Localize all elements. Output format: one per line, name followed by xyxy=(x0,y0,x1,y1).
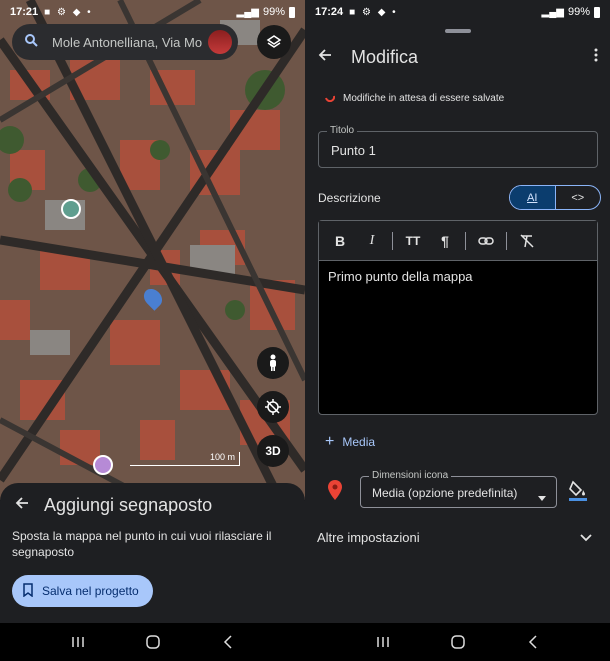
location-disabled-icon xyxy=(265,399,281,415)
format-toolbar: B I TT ¶ xyxy=(319,221,597,261)
html-mode-button[interactable]: <> xyxy=(556,186,601,209)
home-icon[interactable] xyxy=(138,627,168,657)
right-screen: 17:24 ■ ⚙ ◆ • ▂▄▆ 99% Modifica Modifiche… xyxy=(305,0,610,661)
icon-size-select[interactable]: Dimensioni icona Media (opzione predefin… xyxy=(360,470,557,508)
home-icon[interactable] xyxy=(443,627,473,657)
title-field-label: Titolo xyxy=(327,125,358,136)
sheet-title: Aggiungi segnaposto xyxy=(44,495,213,515)
add-placemark-sheet: Aggiungi segnaposto Sposta la mappa nel … xyxy=(0,483,305,623)
status-bar: 17:21 ■ ⚙ ◆ • ▂▄▆ 99% xyxy=(0,0,305,24)
description-editor[interactable]: B I TT ¶ Primo punto della mappa xyxy=(318,220,598,415)
media-label: Media xyxy=(342,435,376,449)
icon-size-label: Dimensioni icona xyxy=(369,470,452,481)
place-marker-icon[interactable] xyxy=(61,199,81,219)
pegman-icon xyxy=(270,354,276,371)
search-icon xyxy=(24,33,38,52)
plus-icon: + xyxy=(325,433,335,450)
back-arrow-icon[interactable] xyxy=(317,47,333,68)
layers-icon xyxy=(266,35,282,48)
my-location-button[interactable] xyxy=(257,391,289,423)
drag-handle[interactable] xyxy=(445,29,471,33)
toolbar-divider xyxy=(506,231,507,250)
paragraph-button[interactable]: ¶ xyxy=(430,226,460,256)
status-time: 17:24 xyxy=(315,6,344,18)
android-nav-bar xyxy=(0,623,305,661)
save-to-project-button[interactable]: Salva nel progetto xyxy=(12,575,153,607)
other-settings-label: Altre impostazioni xyxy=(317,530,420,545)
dropdown-arrow-icon xyxy=(538,488,546,506)
add-media-button[interactable]: + Media xyxy=(325,433,375,451)
pending-changes-status: Modifiche in attesa di essere salvate xyxy=(325,92,504,105)
street-view-button[interactable] xyxy=(257,347,289,379)
3d-toggle-button[interactable]: 3D xyxy=(257,435,289,467)
battery-text: 99% xyxy=(262,6,285,18)
battery-icon xyxy=(289,6,295,18)
battery-text: 99% xyxy=(567,6,590,18)
syncing-icon xyxy=(325,92,336,105)
italic-button[interactable]: I xyxy=(357,226,387,256)
map-scale: 100 m xyxy=(130,452,240,466)
status-bar: 17:24 ■ ⚙ ◆ • ▂▄▆ 99% xyxy=(305,0,610,24)
android-nav-bar xyxy=(305,623,610,661)
signal-icon: ▂▄▆ xyxy=(541,6,564,18)
placemark-pin-icon[interactable] xyxy=(328,480,342,505)
title-field-value: Punto 1 xyxy=(331,143,376,158)
page-title: Modifica xyxy=(351,46,419,67)
edit-header: Modifica xyxy=(305,42,610,72)
battery-icon xyxy=(594,6,600,18)
back-arrow-icon[interactable] xyxy=(14,495,30,516)
pending-text: Modifiche in attesa di essere salvate xyxy=(343,93,505,104)
satellite-map[interactable] xyxy=(0,0,305,500)
editor-mode-toggle[interactable]: AI <> xyxy=(509,185,601,210)
status-time: 17:21 xyxy=(10,6,39,18)
bookmark-icon xyxy=(22,582,34,600)
signal-icon: ▂▄▆ xyxy=(236,6,259,18)
icon-size-value: Media (opzione predefinita) xyxy=(372,486,518,500)
avatar[interactable] xyxy=(208,30,232,54)
photo-place-icon[interactable] xyxy=(93,455,113,475)
description-label: Descrizione xyxy=(318,191,381,205)
toolbar-divider xyxy=(465,231,466,250)
search-query: Mole Antonelliana, Via Mo xyxy=(52,34,203,50)
notification-icons: ■ ⚙ ◆ • xyxy=(349,6,398,18)
rich-text-mode-button[interactable]: AI xyxy=(510,186,556,209)
paint-bucket-icon[interactable] xyxy=(569,480,587,507)
recents-icon[interactable] xyxy=(368,627,398,657)
title-field[interactable]: Titolo Punto 1 xyxy=(318,125,598,168)
back-nav-icon[interactable] xyxy=(518,627,548,657)
layers-button[interactable] xyxy=(257,25,291,59)
search-bar[interactable]: Mole Antonelliana, Via Mo xyxy=(12,24,238,60)
bold-button[interactable]: B xyxy=(325,226,355,256)
save-to-project-label: Salva nel progetto xyxy=(42,584,139,598)
notification-icons: ■ ⚙ ◆ • xyxy=(44,6,93,18)
other-settings-row[interactable]: Altre impostazioni xyxy=(317,530,592,545)
clear-format-icon[interactable] xyxy=(512,226,542,256)
more-options-icon[interactable] xyxy=(594,48,598,67)
left-screen: 17:21 ■ ⚙ ◆ • ▂▄▆ 99% Mole Antonelliana,… xyxy=(0,0,305,661)
sheet-description: Sposta la mappa nel punto in cui vuoi ri… xyxy=(12,529,272,559)
link-icon[interactable] xyxy=(471,226,501,256)
description-text[interactable]: Primo punto della mappa xyxy=(319,261,597,292)
chevron-down-icon xyxy=(580,530,592,545)
recents-icon[interactable] xyxy=(63,627,93,657)
text-size-button[interactable]: TT xyxy=(398,226,428,256)
back-nav-icon[interactable] xyxy=(213,627,243,657)
toolbar-divider xyxy=(392,231,393,250)
